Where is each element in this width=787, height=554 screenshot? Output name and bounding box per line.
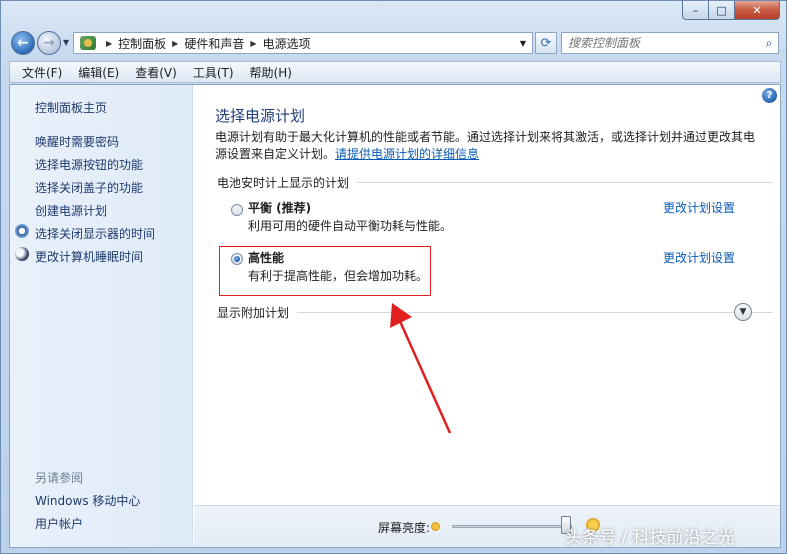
menu-help[interactable]: 帮助(H) (250, 64, 292, 81)
arrow-left-icon: ← (17, 35, 29, 51)
plans-section-title: 电池安时计上显示的计划 (217, 175, 350, 190)
search-box[interactable]: ⌕ (561, 32, 779, 54)
show-more-plans[interactable]: 显示附加计划 (217, 304, 773, 320)
breadcrumb-separator-icon[interactable]: ▶ (106, 39, 112, 48)
sleep-moon-icon (15, 247, 29, 261)
search-input[interactable] (562, 34, 760, 52)
see-also-heading: 另请参阅 (35, 471, 84, 485)
address-dropdown-icon[interactable]: ▼ (514, 33, 532, 53)
sidebar-item-create-plan[interactable]: 创建电源计划 (35, 202, 107, 219)
minimize-button[interactable]: – (682, 1, 709, 20)
sidebar-item-display-off[interactable]: 选择关闭显示器的时间 (35, 225, 155, 242)
brightness-low-icon (431, 522, 440, 531)
arrow-shaft (397, 318, 452, 434)
plan-high-performance-name[interactable]: 高性能 (248, 249, 284, 266)
search-icon[interactable]: ⌕ (760, 36, 778, 51)
menu-bar: 文件(F) 编辑(E) 查看(V) 工具(T) 帮助(H) (9, 61, 781, 83)
display-timer-icon (15, 224, 29, 238)
plan-balanced-radio[interactable] (231, 204, 243, 216)
show-more-plans-label[interactable]: 显示附加计划 (217, 304, 289, 321)
description-text: 电源计划有助于最大化计算机的性能或者节能。通过选择计划来将其激活，或选择计划并通… (215, 130, 756, 161)
section-divider (357, 181, 773, 183)
menu-edit[interactable]: 编辑(E) (78, 64, 119, 81)
arrow-right-icon: → (43, 35, 55, 51)
sidebar-item-user-accounts[interactable]: 用户帐户 (35, 515, 83, 532)
page-description: 电源计划有助于最大化计算机的性能或者节能。通过选择计划来将其激活，或选择计划并通… (215, 129, 763, 163)
back-button[interactable]: ← (11, 31, 35, 55)
sidebar-control-panel-home[interactable]: 控制面板主页 (35, 99, 107, 116)
brightness-label: 屏幕亮度: (378, 521, 431, 535)
recent-pages-dropdown[interactable]: ▼ (63, 38, 69, 47)
refresh-icon: ⟳ (540, 35, 552, 51)
help-icon[interactable]: ? (762, 88, 777, 103)
menu-file[interactable]: 文件(F) (22, 64, 62, 81)
menu-tools[interactable]: 工具(T) (193, 64, 234, 81)
maximize-button[interactable]: □ (709, 1, 735, 20)
plan-balanced-name[interactable]: 平衡 (推荐) (248, 199, 311, 216)
sidebar-item-lid-close[interactable]: 选择关闭盖子的功能 (35, 179, 143, 196)
plan-balanced-change-link[interactable]: 更改计划设置 (663, 199, 735, 216)
plan-high-performance-desc: 有利于提高性能，但会增加功耗。 (248, 269, 429, 283)
brightness-slider[interactable] (452, 525, 572, 528)
window-frame: – □ ✕ ← → ▼ ▶ 控制面板 ▶ 硬件和声音 ▶ 电源选项 ▼ ⟳ ⌕ … (0, 0, 787, 554)
refresh-button[interactable]: ⟳ (535, 32, 557, 54)
navigation-bar: ← → ▼ ▶ 控制面板 ▶ 硬件和声音 ▶ 电源选项 ▼ ⟳ ⌕ (9, 29, 781, 57)
plan-balanced-desc: 利用可用的硬件自动平衡功耗与性能。 (248, 219, 453, 233)
breadcrumb-control-panel[interactable]: 控制面板 (118, 35, 166, 52)
page-title: 选择电源计划 (215, 107, 306, 125)
more-plans-divider (297, 311, 773, 313)
content-area: 控制面板主页 唤醒时需要密码 选择电源按钮的功能 选择关闭盖子的功能 创建电源计… (9, 84, 781, 548)
watermark-text: 头条号 / 科技前沿之光 (565, 528, 735, 548)
expand-chevron-icon[interactable]: ▼ (734, 303, 752, 321)
address-bar[interactable]: ▶ 控制面板 ▶ 硬件和声音 ▶ 电源选项 ▼ (73, 32, 533, 54)
plan-high-performance-change-link[interactable]: 更改计划设置 (663, 249, 735, 266)
sidebar-item-sleep-time[interactable]: 更改计算机睡眠时间 (35, 248, 143, 265)
plan-details-link[interactable]: 请提供电源计划的详细信息 (335, 147, 479, 161)
plan-high-performance-radio[interactable] (231, 253, 243, 265)
breadcrumb-separator-icon[interactable]: ▶ (250, 39, 256, 48)
plans-section-header: 电池安时计上显示的计划 (217, 175, 773, 190)
menu-view[interactable]: 查看(V) (135, 64, 177, 81)
sidebar: 控制面板主页 唤醒时需要密码 选择电源按钮的功能 选择关闭盖子的功能 创建电源计… (10, 85, 193, 547)
control-panel-icon (80, 36, 96, 50)
breadcrumb-power-options[interactable]: 电源选项 (263, 35, 311, 52)
forward-button[interactable]: → (37, 31, 61, 55)
close-button[interactable]: ✕ (735, 1, 780, 20)
sidebar-item-power-button[interactable]: 选择电源按钮的功能 (35, 156, 143, 173)
window-controls: – □ ✕ (682, 1, 780, 21)
breadcrumb-separator-icon[interactable]: ▶ (172, 39, 178, 48)
sidebar-item-mobility-center[interactable]: Windows 移动中心 (35, 492, 140, 509)
main-panel: ? 选择电源计划 电源计划有助于最大化计算机的性能或者节能。通过选择计划来将其激… (194, 85, 780, 547)
sidebar-item-require-password[interactable]: 唤醒时需要密码 (35, 133, 119, 150)
breadcrumb-hardware-sound[interactable]: 硬件和声音 (184, 35, 244, 52)
